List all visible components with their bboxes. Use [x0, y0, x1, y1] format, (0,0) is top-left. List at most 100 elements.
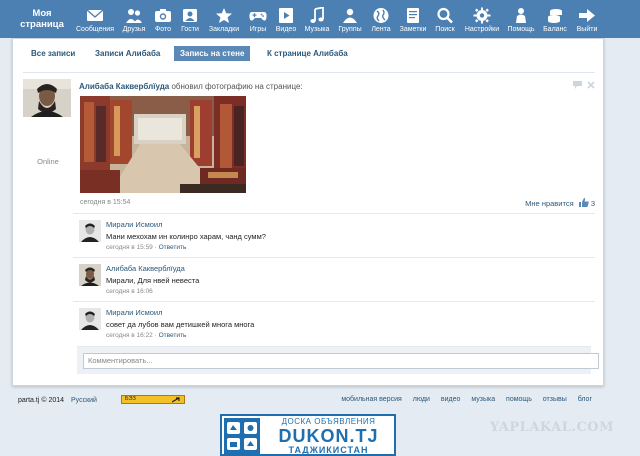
comment-time[interactable]: сегодня в 16:06 — [106, 288, 153, 295]
gear-icon — [473, 7, 491, 24]
nav-games[interactable]: Игры — [244, 0, 272, 38]
comment-item: Мирали Исмоил Мани мехохам ин колинро ха… — [73, 213, 595, 257]
watermark: YAPLAKAL.COM — [489, 420, 614, 435]
footer-left: parta.tj © 2014 Русский — [18, 397, 97, 404]
wall-tabs: Все записи Записи Алибаба Запись на стен… — [13, 39, 603, 67]
comment-bubble-icon[interactable] — [573, 81, 582, 89]
my-page-link[interactable]: Моя страница — [14, 8, 70, 30]
friends-icon — [126, 9, 142, 23]
music-note-icon — [310, 7, 324, 23]
like-button[interactable]: Мне нравится 3 — [525, 198, 595, 208]
nav-search[interactable]: Поиск — [430, 0, 460, 38]
camera-icon — [155, 9, 171, 22]
commenter-name[interactable]: Мирали Исмоил — [106, 220, 162, 229]
exit-arrow-icon — [579, 9, 595, 22]
comment-meta: сегодня в 15:59 · Ответить — [106, 244, 186, 251]
post-author-name[interactable]: Алибаба Какверблїуда — [79, 82, 169, 91]
comment-text: Мани мехохам ин колинро харам, чанд сумм… — [106, 232, 266, 241]
nav-video[interactable]: Видео — [272, 0, 300, 38]
tab-all-posts[interactable]: Все записи — [25, 46, 81, 61]
footer-link-blog[interactable]: блог — [578, 396, 592, 403]
small-ad-text: БЭЗ — [125, 396, 136, 402]
dukon-tagline: ДОСКА ОБЪЯВЛЕНИЯ — [281, 417, 376, 426]
nav-logout[interactable]: Выйти — [572, 0, 602, 38]
wall-post: Online Алибаба Какверблїуда обновил фото… — [23, 72, 599, 381]
commenter-avatar-image — [79, 264, 101, 286]
online-status: Online — [37, 157, 59, 166]
play-icon — [279, 8, 293, 23]
guests-icon — [183, 9, 197, 22]
nav-balance[interactable]: Баланс — [538, 0, 572, 38]
footer-link-people[interactable]: люди — [413, 396, 430, 403]
comment-text: Мирали, Для нвей невеста — [106, 276, 200, 285]
dukon-logo-icon — [224, 418, 260, 454]
footer-link-video[interactable]: видео — [441, 396, 461, 403]
reply-link[interactable]: Ответить — [159, 332, 187, 339]
nav-photo[interactable]: Фото — [150, 0, 176, 38]
gamepad-icon — [249, 12, 267, 21]
comment-input[interactable]: Комментировать... — [83, 353, 599, 369]
commenter-avatar[interactable] — [79, 220, 101, 242]
commenter-name[interactable]: Алибаба Какверблїуда — [106, 264, 185, 273]
like-count: 3 — [590, 199, 595, 208]
commenter-name[interactable]: Мирали Исмоил — [106, 308, 162, 317]
help-person-icon — [516, 8, 526, 23]
comment-composer: Комментировать... — [77, 346, 599, 374]
comment-meta: сегодня в 16:06 — [106, 288, 153, 295]
nav-friends[interactable]: Друзья — [118, 0, 150, 38]
coins-icon — [548, 9, 562, 23]
post-action-text: обновил фотографию на странице: — [171, 82, 303, 91]
nav-music[interactable]: Музыка — [300, 0, 334, 38]
carpet-shop-photo-image — [80, 96, 246, 193]
thumbs-up-icon — [578, 198, 589, 207]
commenter-avatar[interactable] — [79, 264, 101, 286]
dukon-ad-banner[interactable]: ДОСКА ОБЪЯВЛЕНИЯ DUKON.TJ ТАДЖИКИСТАН — [220, 414, 396, 456]
comment-text: совет да лубов вам детишкей многа многа — [106, 320, 255, 329]
like-label: Мне нравится — [525, 199, 574, 208]
post-header: Алибаба Какверблїуда обновил фотографию … — [79, 82, 303, 91]
author-avatar-image — [23, 79, 71, 117]
nav-guests[interactable]: Гости — [176, 0, 204, 38]
footer-links: мобильная версия люди видео музыка помощ… — [332, 396, 592, 403]
comment-item: Алибаба Какверблїуда Мирали, Для нвей не… — [73, 257, 595, 301]
nav-notes[interactable]: Заметки — [396, 0, 430, 38]
nav-bookmarks[interactable]: Закладки — [204, 0, 244, 38]
nav-messages[interactable]: Сообщения — [72, 0, 118, 38]
dukon-country: ТАДЖИКИСТАН — [288, 445, 369, 455]
commenter-avatar-image — [79, 308, 101, 330]
author-avatar[interactable] — [23, 79, 71, 117]
dukon-name: DUKON.TJ — [278, 426, 379, 446]
wall-post-panel: Все записи Записи Алибаба Запись на стен… — [12, 38, 604, 386]
footer-link-music[interactable]: музыка — [471, 396, 495, 403]
nav-help[interactable]: Помощь — [504, 0, 538, 38]
commenter-avatar[interactable] — [79, 308, 101, 330]
notes-icon — [407, 8, 419, 23]
footer-link-mobile[interactable]: мобильная версия — [341, 396, 401, 403]
comment-item: Мирали Исмоил совет да лубов вам детишке… — [73, 301, 595, 345]
small-ad-banner[interactable]: БЭЗ — [121, 395, 185, 404]
comment-meta: сегодня в 16:22 · Ответить — [106, 332, 186, 339]
reply-link[interactable]: Ответить — [159, 244, 187, 251]
language-selector[interactable]: Русский — [71, 397, 97, 404]
footer-link-help[interactable]: помощь — [506, 396, 532, 403]
close-icon[interactable] — [587, 81, 595, 89]
comment-time[interactable]: сегодня в 16:22 — [106, 332, 153, 339]
star-icon — [216, 8, 232, 23]
arrow-icon — [172, 397, 180, 403]
top-navigation-bar: Моя страница Сообщения Друзья Фото Гости… — [0, 0, 640, 38]
carpet-shop-photo[interactable] — [80, 96, 246, 193]
comments-section: Мирали Исмоил Мани мехохам ин колинро ха… — [73, 213, 599, 381]
nav-groups[interactable]: Группы — [334, 0, 366, 38]
envelope-icon — [86, 9, 104, 21]
comment-time[interactable]: сегодня в 15:59 — [106, 244, 153, 251]
tab-alibaba-page[interactable]: К странице Алибаба — [261, 46, 354, 61]
tab-alibaba-posts[interactable]: Записи Алибаба — [89, 46, 166, 61]
copyright-text: parta.tj © 2014 — [18, 397, 65, 404]
footer-link-reviews[interactable]: отзывы — [543, 396, 567, 403]
tab-wall-post[interactable]: Запись на стене — [174, 46, 251, 61]
nav-settings[interactable]: Настройки — [460, 0, 504, 38]
commenter-avatar-image — [79, 220, 101, 242]
post-timestamp[interactable]: сегодня в 15:54 — [80, 199, 130, 206]
nav-feed[interactable]: Лента — [366, 0, 396, 38]
globe-icon — [373, 8, 389, 23]
